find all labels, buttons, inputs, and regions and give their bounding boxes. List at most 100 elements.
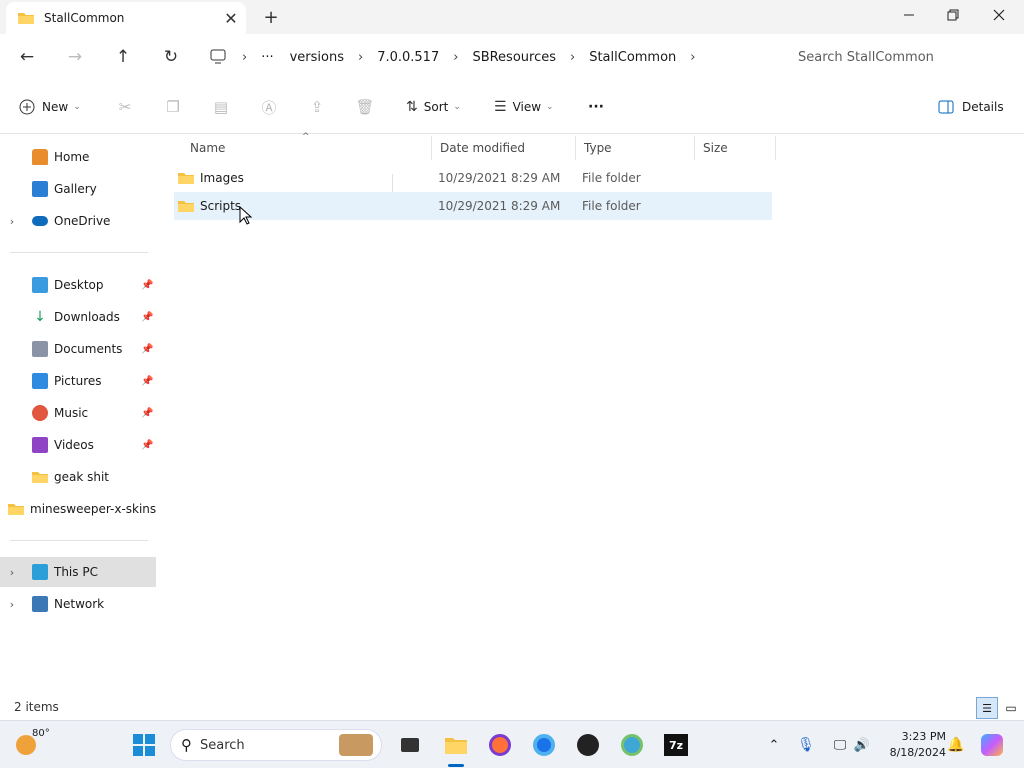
minimize-button[interactable] — [886, 0, 932, 30]
up-button[interactable]: ↑ — [108, 43, 138, 71]
taskbar-firefox[interactable] — [484, 729, 516, 761]
copilot-button[interactable] — [976, 729, 1008, 761]
sidebar-item-label: Videos — [54, 438, 94, 452]
sidebar-item-this-pc[interactable]: › This PC — [0, 557, 156, 587]
column-header-row: ^ Name Date modified Type Size — [174, 132, 776, 160]
tiles-view-button[interactable]: ▭ — [1000, 697, 1022, 719]
folder-icon — [32, 472, 48, 483]
taskbar-obs[interactable] — [572, 729, 604, 761]
refresh-button[interactable]: ↻ — [156, 43, 186, 71]
taskbar-search-label: Search — [200, 737, 245, 753]
chevron-right-icon[interactable]: › — [0, 598, 24, 611]
clock[interactable]: 3:23 PM 8/18/2024 — [878, 729, 946, 761]
breadcrumb-sbresources[interactable]: SBResources — [464, 50, 564, 65]
sidebar-item-home[interactable]: Home — [0, 142, 156, 172]
view-button[interactable]: ☰ View ⌄ — [494, 93, 554, 121]
column-date-modified[interactable]: Date modified — [432, 136, 576, 160]
sidebar-item-label: Home — [54, 150, 90, 164]
volume-button[interactable]: 🔊 — [846, 729, 878, 761]
breadcrumb-version[interactable]: 7.0.0.517 — [369, 50, 447, 65]
sort-button[interactable]: ⇅ Sort ⌄ — [406, 93, 461, 121]
cloud-icon — [32, 216, 48, 226]
pin-icon: 📌 — [141, 343, 154, 355]
search-input[interactable]: Search StallCommon — [784, 42, 1020, 72]
column-type[interactable]: Type — [576, 136, 695, 160]
notifications-button[interactable]: 🔔 — [940, 729, 972, 761]
rename-icon: Ⓐ — [261, 98, 277, 117]
paste-button[interactable]: ▤ — [212, 93, 230, 121]
sidebar-item-network[interactable]: › Network — [0, 589, 156, 619]
chevron-right-icon[interactable]: › — [0, 215, 24, 228]
pin-icon: 📌 — [141, 439, 154, 451]
new-tab-button[interactable]: + — [258, 4, 284, 30]
sidebar-item-gallery[interactable]: Gallery — [0, 174, 156, 204]
home-icon — [32, 149, 48, 165]
tab-close-button[interactable]: ✕ — [216, 4, 246, 32]
column-name[interactable]: Name — [182, 136, 432, 160]
show-hidden-icons-button[interactable]: ⌃ — [758, 729, 790, 761]
pin-icon: 📌 — [141, 407, 154, 419]
sidebar-item-label: minesweeper-x-skins — [30, 502, 156, 516]
taskbar-globe-app[interactable] — [616, 729, 648, 761]
network-icon — [32, 596, 48, 612]
task-view-button[interactable] — [394, 729, 426, 761]
file-row-images[interactable]: Images 10/29/2021 8:29 AM File folder — [174, 164, 772, 192]
chevron-right-icon: › — [570, 49, 576, 65]
tab-stallcommon[interactable]: StallCommon ✕ — [6, 2, 246, 34]
breadcrumb-overflow[interactable]: ··· — [253, 50, 281, 65]
delete-button[interactable]: 🗑 — [355, 93, 374, 121]
refresh-icon: ↻ — [163, 47, 179, 67]
back-button[interactable]: ← — [12, 43, 42, 71]
sidebar-item-documents[interactable]: Documents 📌 — [0, 334, 156, 364]
weather-widget[interactable]: 80° — [16, 728, 66, 761]
details-pane-icon — [938, 100, 954, 114]
taskbar-search-box[interactable]: ⚲ Search — [170, 729, 382, 761]
sidebar-item-videos[interactable]: Videos 📌 — [0, 430, 156, 460]
file-name-cell: Scripts — [178, 192, 241, 220]
sidebar-item-downloads[interactable]: ↓ Downloads 📌 — [0, 302, 156, 332]
microphone-button[interactable]: 🎙 — [790, 729, 822, 761]
breadcrumb-stallcommon[interactable]: StallCommon — [581, 50, 684, 65]
file-name: Scripts — [200, 199, 242, 213]
breadcrumb-versions[interactable]: versions — [282, 50, 352, 65]
globe-icon — [621, 734, 643, 756]
new-button[interactable]: New ⌄ — [18, 93, 81, 121]
file-name-cell: Images — [178, 164, 244, 192]
search-highlight-icon — [339, 734, 373, 756]
column-size[interactable]: Size — [695, 136, 776, 160]
sidebar-item-music[interactable]: Music 📌 — [0, 398, 156, 428]
sidebar-item-desktop[interactable]: Desktop 📌 — [0, 270, 156, 300]
download-icon: ↓ — [32, 309, 48, 325]
clock-time: 3:23 PM — [901, 730, 946, 743]
share-button[interactable]: ⇪ — [308, 93, 326, 121]
sidebar-item-pictures[interactable]: Pictures 📌 — [0, 366, 156, 396]
music-icon — [32, 405, 48, 421]
chevron-right-icon: › — [690, 49, 696, 65]
sidebar-item-label: Documents — [54, 342, 123, 356]
details-button[interactable]: Details — [938, 93, 1004, 121]
copy-button[interactable]: ❐ — [164, 93, 182, 121]
details-view-button[interactable]: ☰ — [976, 697, 998, 719]
arrow-right-icon: → — [67, 47, 83, 67]
taskbar: 80° ⚲ Search 7z ⌃ 🎙 🖵 🔊 3:23 PM 8/18/202… — [0, 720, 1024, 768]
start-button[interactable] — [128, 729, 160, 761]
folder-icon — [8, 504, 24, 515]
taskbar-7zip[interactable]: 7z — [660, 729, 692, 761]
chevron-right-icon: › — [242, 49, 248, 65]
more-options-button[interactable]: ··· — [588, 93, 604, 121]
picture-icon — [32, 373, 48, 389]
taskbar-file-explorer[interactable] — [440, 729, 472, 767]
breadcrumb[interactable]: › ··· versions › 7.0.0.517 › SBResources… — [204, 42, 772, 72]
item-count: 2 items — [14, 700, 59, 714]
taskbar-chrome[interactable] — [528, 729, 560, 761]
sidebar-item-geak-shit[interactable]: geak shit — [0, 462, 156, 492]
sidebar-item-onedrive[interactable]: › OneDrive — [0, 206, 156, 236]
chevron-right-icon[interactable]: › — [0, 566, 24, 579]
forward-button[interactable]: → — [60, 43, 90, 71]
restore-button[interactable] — [930, 0, 976, 30]
file-row-scripts[interactable]: Scripts 10/29/2021 8:29 AM File folder — [174, 192, 772, 220]
cut-button[interactable]: ✂ — [116, 93, 134, 121]
close-button[interactable] — [976, 0, 1022, 30]
rename-button[interactable]: Ⓐ — [260, 93, 278, 121]
sidebar-item-minesweeper[interactable]: minesweeper-x-skins — [0, 494, 156, 524]
